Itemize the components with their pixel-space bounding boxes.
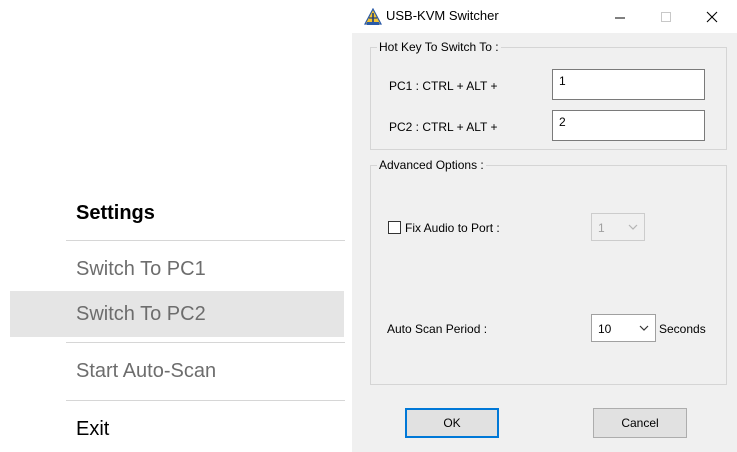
ok-button[interactable]: OK xyxy=(405,408,499,438)
fix-audio-port-select[interactable]: 1 xyxy=(591,213,645,241)
pc2-hotkey-input[interactable]: 2 xyxy=(552,110,705,141)
tray-context-menu: Settings Switch To PC1 Switch To PC2 Sta… xyxy=(0,0,352,452)
maximize-button[interactable] xyxy=(643,0,689,33)
chevron-down-icon xyxy=(628,224,638,230)
menu-separator xyxy=(66,240,345,241)
menu-item-label: Switch To PC2 xyxy=(76,302,206,325)
settings-dialog: USB-KVM Switcher Hot Key To Switch To : … xyxy=(352,0,737,452)
menu-item-settings[interactable]: Settings xyxy=(10,190,344,236)
menu-separator xyxy=(66,400,345,401)
fix-audio-checkbox[interactable] xyxy=(388,221,401,234)
minimize-button[interactable] xyxy=(597,0,643,33)
hotkey-group-legend: Hot Key To Switch To : xyxy=(377,40,501,54)
window-title: USB-KVM Switcher xyxy=(386,8,499,23)
fix-audio-port-value: 1 xyxy=(598,221,605,235)
pc2-hotkey-label: PC2 : CTRL + ALT + xyxy=(389,120,498,134)
maximize-icon xyxy=(661,11,671,22)
menu-item-label: Start Auto-Scan xyxy=(76,359,217,382)
minimize-icon xyxy=(615,17,625,18)
menu-item-start-auto-scan[interactable]: Start Auto-Scan xyxy=(10,348,344,394)
menu-item-label: Switch To PC1 xyxy=(76,257,206,280)
menu-item-switch-pc2[interactable]: Switch To PC2 xyxy=(10,291,344,337)
advanced-group-legend: Advanced Options : xyxy=(377,158,486,172)
title-bar[interactable]: USB-KVM Switcher xyxy=(352,0,737,33)
advanced-group xyxy=(370,165,727,385)
usb-kvm-app-icon xyxy=(364,8,382,25)
menu-item-label: Exit xyxy=(76,417,110,440)
chevron-down-icon xyxy=(639,325,649,331)
auto-scan-label: Auto Scan Period : xyxy=(387,322,488,336)
menu-item-switch-pc1[interactable]: Switch To PC1 xyxy=(10,246,344,292)
menu-item-label: Settings xyxy=(76,201,155,224)
cancel-button[interactable]: Cancel xyxy=(593,408,687,438)
auto-scan-unit: Seconds xyxy=(659,322,706,336)
close-button[interactable] xyxy=(689,0,735,33)
auto-scan-period-value: 10 xyxy=(598,322,612,336)
pc1-hotkey-label: PC1 : CTRL + ALT + xyxy=(389,79,498,93)
menu-separator xyxy=(66,342,345,343)
auto-scan-period-select[interactable]: 10 xyxy=(591,314,656,342)
fix-audio-label: Fix Audio to Port : xyxy=(405,221,500,235)
menu-item-exit[interactable]: Exit xyxy=(10,406,344,452)
close-icon xyxy=(706,11,718,22)
pc1-hotkey-input[interactable]: 1 xyxy=(552,69,705,100)
